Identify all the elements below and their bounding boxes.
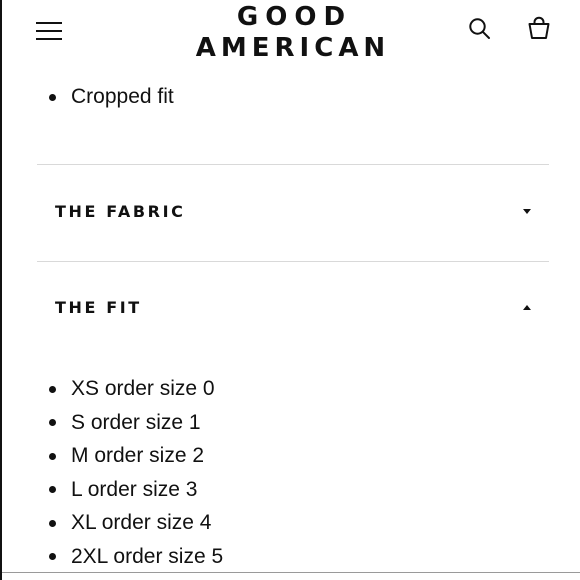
page: GOOD AMERICAN Cropped fit THE FABRIC THE…	[0, 0, 580, 580]
accordion-the-fabric[interactable]: THE FABRIC	[37, 192, 549, 232]
accordion-title: THE FIT	[55, 298, 142, 317]
brand-logo-line-2: AMERICAN	[195, 33, 391, 63]
menu-bar	[36, 22, 62, 24]
menu-bar	[36, 38, 62, 40]
site-header: GOOD AMERICAN	[2, 0, 580, 78]
chevron-up-icon	[523, 305, 531, 310]
divider	[37, 164, 549, 165]
fit-size-list: XS order size 0 S order size 1 M order s…	[2, 372, 223, 573]
screen-edge-divider	[2, 572, 580, 573]
list-item: L order size 3	[2, 473, 223, 507]
chevron-down-icon	[523, 209, 531, 214]
search-icon[interactable]	[467, 16, 493, 42]
divider	[37, 261, 549, 262]
list-item: 2XL order size 5	[2, 540, 223, 574]
list-item: M order size 2	[2, 439, 223, 473]
brand-logo-line-1: GOOD	[236, 2, 353, 32]
list-item: S order size 1	[2, 406, 223, 440]
hamburger-menu-icon[interactable]	[36, 20, 64, 42]
list-item: Cropped fit	[2, 83, 174, 111]
menu-bar	[36, 30, 62, 32]
list-item: XL order size 4	[2, 506, 223, 540]
accordion-title: THE FABRIC	[55, 202, 186, 221]
shopping-bag-icon[interactable]	[526, 15, 552, 41]
details-list: Cropped fit	[2, 83, 174, 111]
brand-logo[interactable]: GOOD AMERICAN	[182, 3, 404, 65]
accordion-the-fit[interactable]: THE FIT	[37, 288, 549, 328]
list-item: XS order size 0	[2, 372, 223, 406]
